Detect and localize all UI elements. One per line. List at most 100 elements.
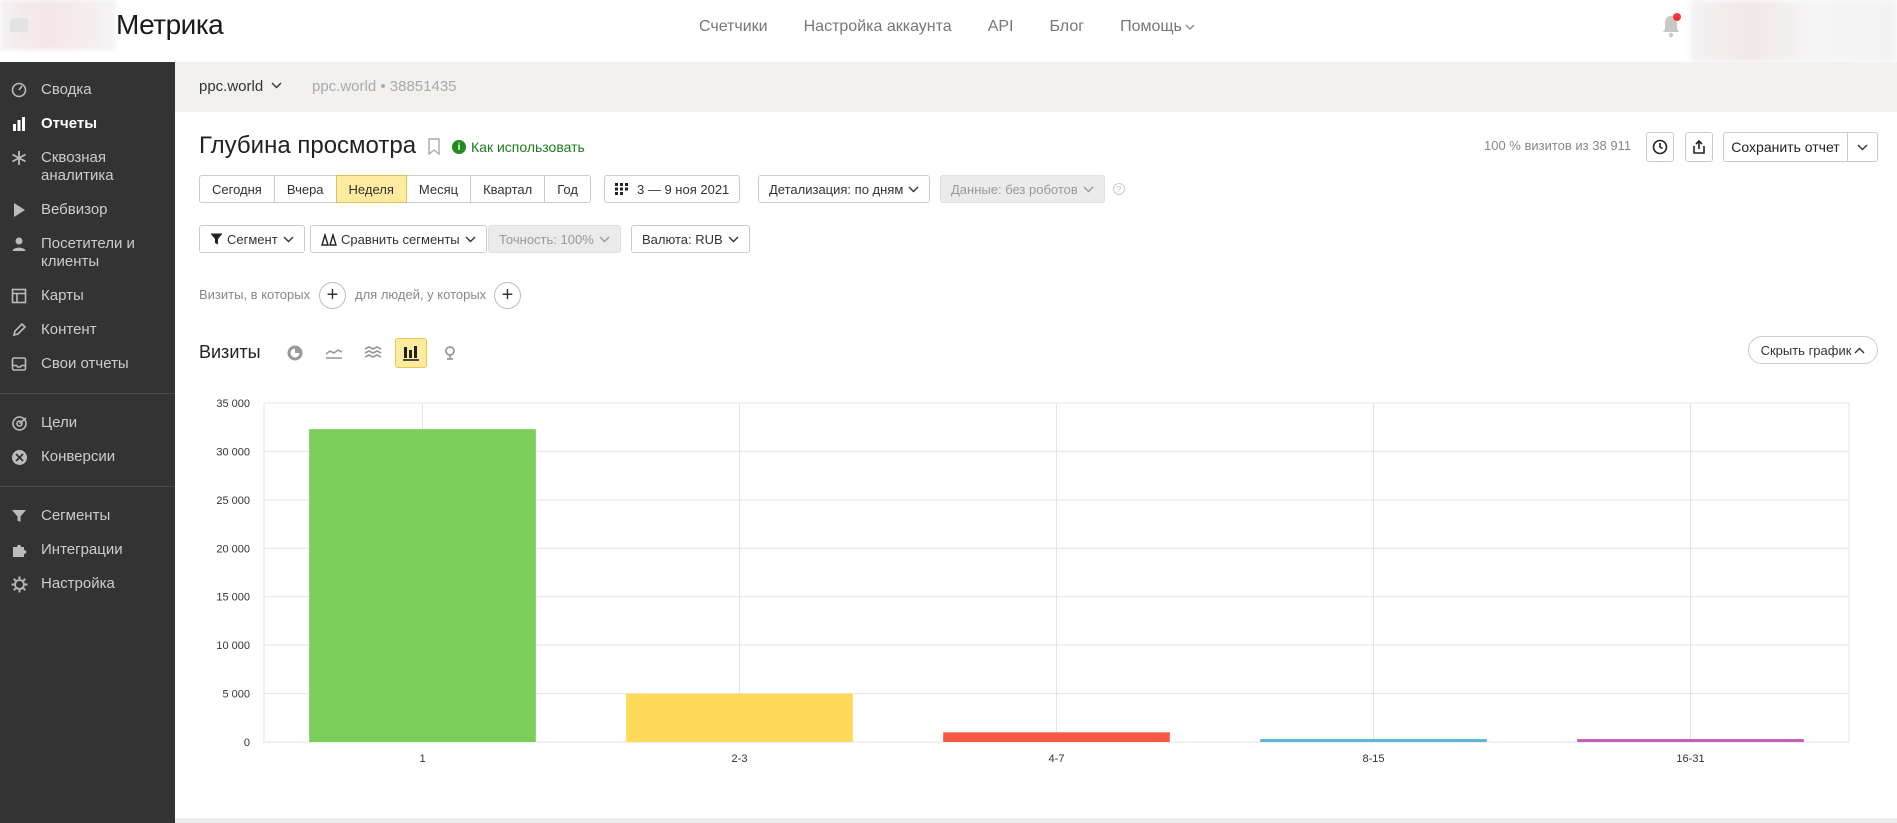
add-visit-condition-button[interactable]: +	[319, 282, 346, 309]
chart-type-pie[interactable]	[279, 338, 311, 368]
counter-id: ppc.world • 38851435	[312, 78, 457, 95]
filter-icon	[9, 507, 29, 525]
period-today[interactable]: Сегодня	[199, 175, 275, 203]
user-account-area[interactable]	[1690, 0, 1897, 62]
sidebar-item-label: Сегменты	[41, 507, 111, 524]
accuracy-dropdown[interactable]: Точность: 100%	[488, 225, 621, 253]
bookmark-icon[interactable]	[428, 138, 440, 155]
clock-icon	[1652, 139, 1668, 155]
how-to-use-link[interactable]: i Как использовать	[452, 139, 585, 155]
chevron-down-icon	[1857, 144, 1868, 150]
puzzle-icon	[9, 541, 29, 559]
period-month[interactable]: Месяц	[405, 175, 472, 203]
chart-type-line[interactable]	[318, 338, 350, 368]
page-title: Глубина просмотра	[199, 132, 417, 159]
bar-chart-icon	[9, 115, 29, 133]
app-logo-text[interactable]: Метрика	[116, 9, 224, 41]
sidebar-item-label: Интеграции	[41, 541, 123, 558]
help-icon[interactable]: ?	[1113, 183, 1125, 195]
accuracy-label: Точность: 100%	[499, 231, 594, 247]
detail-label: Детализация: по дням	[769, 181, 904, 197]
visits-bar-chart: 0 5 000 10 000 15 000 20 000 25 000 30 000 35 0…	[216, 398, 1850, 765]
period-quarter[interactable]: Квартал	[470, 175, 546, 203]
sidebar-item-content[interactable]: Контент	[0, 321, 175, 339]
gear-icon	[9, 575, 29, 593]
export-icon	[1693, 139, 1705, 154]
sidebar: Сводка Отчеты Сквозная аналитика Вебвизо…	[0, 62, 175, 823]
sidebar-item-custom-reports[interactable]: Свои отчеты	[0, 355, 175, 373]
snowflake-icon	[9, 149, 29, 167]
y-tick-label: 35 000	[216, 398, 250, 410]
line-chart-icon	[325, 349, 343, 359]
sidebar-divider	[0, 393, 175, 394]
nav-help[interactable]: Помощь	[1120, 18, 1195, 36]
chart-type-bar[interactable]	[395, 338, 427, 368]
person-icon	[9, 235, 29, 253]
nav-help-label: Помощь	[1120, 18, 1182, 35]
period-week[interactable]: Неделя	[335, 175, 407, 203]
segment-dropdown[interactable]: Сегмент	[199, 225, 305, 253]
notification-dot	[1673, 13, 1681, 21]
period-year[interactable]: Год	[544, 175, 591, 203]
calendar-icon	[615, 183, 628, 195]
x-tick-label: 1	[419, 753, 425, 765]
add-people-condition-button[interactable]: +	[494, 282, 521, 309]
x-tick-label: 8-15	[1362, 753, 1384, 765]
detail-dropdown[interactable]: Детализация: по дням	[758, 175, 931, 203]
y-tick-label: 15 000	[216, 592, 250, 604]
export-button[interactable]	[1685, 132, 1713, 162]
save-report-button[interactable]: Сохранить отчет	[1723, 132, 1848, 162]
chevron-down-icon	[283, 236, 294, 242]
sidebar-item-label: Настройка	[41, 575, 115, 592]
y-tick-label: 10 000	[216, 640, 250, 652]
nav-api[interactable]: API	[988, 18, 1014, 36]
sidebar-item-maps[interactable]: Карты	[0, 287, 175, 305]
map-pin-icon	[445, 346, 455, 360]
visits-condition-label: Визиты, в которых	[199, 287, 311, 302]
sidebar-item-label: Сводка	[41, 81, 92, 98]
hide-chart-button[interactable]: Скрыть график	[1748, 336, 1878, 364]
sidebar-item-goals[interactable]: Цели	[0, 414, 175, 432]
sidebar-item-reports[interactable]: Отчеты	[0, 115, 175, 133]
save-report-dropdown[interactable]	[1847, 132, 1878, 162]
top-header: Метрика Счетчики Настройка аккаунта API …	[0, 0, 1897, 62]
date-range-picker[interactable]: 3 — 9 ноя 2021	[604, 175, 741, 203]
sidebar-item-segments[interactable]: Сегменты	[0, 507, 175, 525]
nav-account-settings[interactable]: Настройка аккаунта	[804, 18, 952, 36]
play-icon	[9, 201, 29, 219]
sidebar-item-integrations[interactable]: Интеграции	[0, 541, 175, 559]
sidebar-item-webvisor[interactable]: Вебвизор	[0, 201, 175, 219]
history-button[interactable]	[1646, 132, 1674, 162]
data-filter-dropdown[interactable]: Данные: без роботов	[940, 175, 1105, 203]
chart-type-map[interactable]	[434, 338, 466, 368]
sidebar-item-conversions[interactable]: Конверсии	[0, 448, 175, 466]
chevron-down-icon	[1185, 24, 1195, 30]
sidebar-item-settings[interactable]: Настройка	[0, 575, 175, 593]
nav-blog[interactable]: Блог	[1049, 18, 1084, 36]
chevron-down-icon	[271, 82, 282, 89]
sidebar-item-summary[interactable]: Сводка	[0, 81, 175, 99]
x-tick-label: 2-3	[732, 753, 748, 765]
compare-segments-dropdown[interactable]: Сравнить сегменты	[310, 225, 487, 253]
sidebar-item-label: Свои отчеты	[41, 355, 129, 372]
bar-8-15	[1260, 739, 1487, 742]
chart-type-area[interactable]	[357, 338, 389, 368]
how-to-use-label: Как использовать	[471, 139, 585, 155]
period-yesterday[interactable]: Вчера	[273, 175, 337, 203]
currency-dropdown[interactable]: Валюта: RUB	[631, 225, 750, 253]
chevron-down-icon	[728, 236, 739, 242]
chevron-down-icon	[908, 186, 919, 192]
sidebar-item-label: Цели	[41, 414, 78, 431]
counter-selector[interactable]: ppc.world	[199, 78, 282, 95]
counter-bar: ppc.world ppc.world • 38851435	[175, 62, 1897, 112]
bar-1	[309, 429, 536, 742]
sidebar-item-label: Карты	[41, 287, 84, 304]
nav-counters[interactable]: Счетчики	[699, 18, 768, 36]
sidebar-item-end-to-end-analytics[interactable]: Сквозная аналитика	[0, 149, 175, 185]
x-tick-label: 16-31	[1676, 753, 1704, 765]
chevron-up-icon	[1854, 347, 1865, 353]
menu-icon[interactable]	[10, 18, 28, 32]
sidebar-item-visitors[interactable]: Посетители и клиенты	[0, 235, 175, 271]
bar-chart-icon	[403, 346, 419, 361]
chevron-down-icon	[1083, 186, 1094, 192]
